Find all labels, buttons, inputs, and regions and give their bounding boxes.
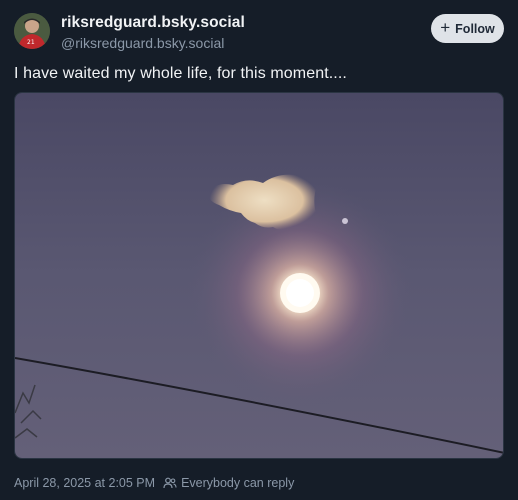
- post-footer: April 28, 2025 at 2:05 PM Everybody can …: [14, 476, 294, 490]
- reply-setting-label: Everybody can reply: [181, 476, 295, 490]
- follow-button-label: Follow: [455, 21, 495, 36]
- post-timestamp[interactable]: April 28, 2025 at 2:05 PM: [14, 476, 155, 490]
- author-display-name[interactable]: riksredguard.bsky.social: [61, 14, 245, 32]
- follow-button[interactable]: + Follow: [431, 14, 504, 43]
- author-handle[interactable]: @riksredguard.bsky.social: [61, 35, 224, 51]
- post-image[interactable]: [14, 92, 504, 459]
- svg-text:21: 21: [27, 39, 35, 46]
- reply-setting[interactable]: Everybody can reply: [163, 476, 294, 490]
- people-icon: [163, 477, 177, 489]
- post-card: 21 riksredguard.bsky.social @riksredguar…: [0, 0, 518, 500]
- plus-icon: +: [440, 18, 451, 37]
- post-text: I have waited my whole life, for this mo…: [14, 65, 347, 82]
- author-avatar[interactable]: 21: [14, 13, 50, 49]
